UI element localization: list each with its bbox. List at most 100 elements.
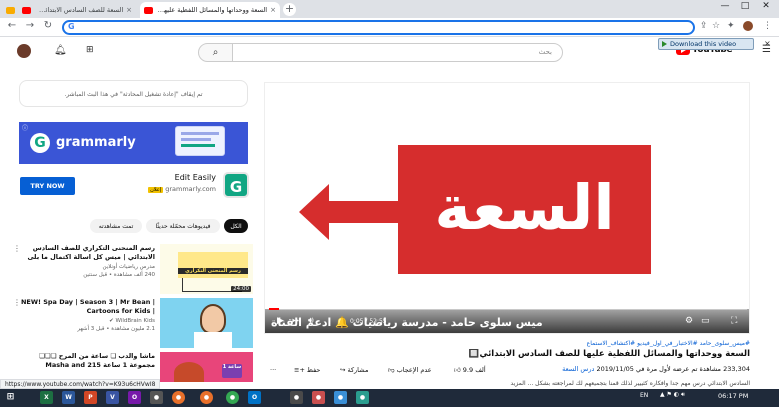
taskbar-app-excel[interactable]: X <box>40 391 53 404</box>
video-description[interactable]: السادس الابتدائي درس مهم جدا وافكاره كثي… <box>264 380 750 387</box>
volume-icon[interactable]: 🔊︎ <box>308 316 314 326</box>
cartoon-character <box>174 362 204 382</box>
dislike-button[interactable]: 👎︎ عدم الإعجاب <box>388 366 432 374</box>
recommendation-item[interactable]: رسم المنحنى التكراري 24:00 ⋮ رسم المنحنى… <box>13 244 253 294</box>
close-icon[interactable]: × <box>764 39 771 48</box>
taskbar-app-chrome[interactable]: ● <box>200 391 213 404</box>
view-count: 233,304 مشاهدة <box>699 365 750 373</box>
channel-name: WildBrain Kids <box>115 318 155 324</box>
time-total: 52:55 <box>369 318 387 325</box>
create-icon[interactable]: ⊞ <box>86 45 94 55</box>
video-thumbnail[interactable] <box>160 298 253 348</box>
like-button[interactable]: 👍︎ 9.9 ألف <box>454 366 486 374</box>
miniplayer-icon[interactable]: ▭ <box>701 316 710 326</box>
cartoon-character <box>200 304 226 334</box>
tab-title: السعة ووحداتها والمسائل اللفظية عليها لل… <box>156 6 268 14</box>
close-icon[interactable]: × <box>270 6 276 14</box>
taskbar-app-onenote[interactable]: O <box>128 391 141 404</box>
progress-fill <box>269 308 279 310</box>
forward-icon[interactable]: → <box>24 20 36 31</box>
ad-illustration <box>175 126 225 156</box>
video-thumbnail[interactable]: 1 ساعة <box>160 352 253 382</box>
chip-recently-uploaded[interactable]: فيديوهات محمّلة حديثًا <box>146 219 220 233</box>
arrow-shape <box>325 201 403 223</box>
thumbnail-caption: رسم المنحنى التكراري <box>178 268 248 274</box>
close-icon[interactable]: × <box>126 6 132 14</box>
video-title: السعة ووحداتها والمسائل اللفظية عليها لل… <box>468 349 750 359</box>
taskbar-app-generic[interactable]: ● <box>172 391 185 404</box>
address-bar[interactable]: G <box>62 20 695 35</box>
system-tray-icons[interactable]: ▲ ⚑ ◐ 🔊︎ <box>660 391 685 399</box>
reload-icon[interactable]: ↻ <box>42 20 54 31</box>
bookmark-star-icon[interactable]: ☆ <box>712 21 720 31</box>
share-button[interactable]: ↪ مشاركة <box>340 366 368 374</box>
chip-watched[interactable]: تمت مشاهدته <box>90 219 142 233</box>
time-current: 0:05 <box>350 318 364 325</box>
search-input[interactable]: بحث <box>232 43 563 62</box>
recommendation-channel[interactable]: ✔ WildBrain Kids <box>19 318 155 324</box>
taskbar-app-generic[interactable]: ● <box>356 391 369 404</box>
tab-capacity-video[interactable]: السعة ووحداتها والمسائل اللفظية عليها لل… <box>140 2 280 18</box>
bell-icon[interactable]: 🔔︎ <box>54 45 67 56</box>
recommendation-title[interactable]: رسم المنحنى التكراري للصف السادس الابتدا… <box>19 244 155 262</box>
menu-kebab-icon[interactable]: ⋮ <box>763 21 772 31</box>
download-play-icon <box>662 41 667 47</box>
progress-bar[interactable] <box>269 308 747 310</box>
recommendation-item[interactable]: 1 ساعة ماشا والدب ❏ ساعة من المرح ❏❏❏ مج… <box>19 352 253 382</box>
tab-strip: السعة للصف السادس الابتدائي - يحلّ موقف … <box>0 0 779 18</box>
new-tab-button[interactable]: + <box>283 3 296 16</box>
taskbar-app-generic[interactable]: ● <box>334 391 347 404</box>
play-icon[interactable]: ▶ <box>277 316 284 326</box>
minimize-button[interactable]: — <box>715 1 735 11</box>
chip-all[interactable]: الكل <box>224 219 248 233</box>
channel-tag[interactable]: درس السعة <box>562 365 594 373</box>
back-icon[interactable]: ← <box>6 20 18 31</box>
info-icon[interactable]: ⓘ <box>22 123 28 132</box>
time-readout: 0:05 / 52:55 <box>350 318 387 325</box>
taskbar-app-outlook[interactable]: O <box>248 391 261 404</box>
taskbar-app-generic[interactable]: ● <box>290 391 303 404</box>
fullscreen-icon[interactable]: ⛶ <box>731 316 737 326</box>
tab-capacity-related[interactable]: السعة للصف السادس الابتدائي - يحلّ موقف … <box>18 2 136 18</box>
share-page-icon[interactable]: ⇪ <box>700 21 708 31</box>
ad-badge: إعلان <box>148 187 164 193</box>
taskbar-app-visio[interactable]: V <box>106 391 119 404</box>
doc-favicon <box>6 6 15 14</box>
video-thumbnail[interactable]: رسم المنحنى التكراري 24:00 <box>160 244 253 294</box>
download-video-button[interactable]: Download this video <box>658 38 754 50</box>
taskbar-app-generic[interactable]: ● <box>150 391 163 404</box>
ad-domain[interactable]: grammarly.com <box>165 185 216 193</box>
more-actions-button[interactable]: ··· <box>270 366 276 374</box>
save-button[interactable]: ≡+ حفظ <box>294 366 320 374</box>
profile-avatar[interactable] <box>17 44 31 58</box>
youtube-favicon <box>144 6 153 14</box>
extensions-icon[interactable]: ✦ <box>727 21 735 31</box>
recommendation-title[interactable]: NEW! Spa Day | Season 3 | Mr Bean | Cart… <box>19 298 155 316</box>
clock[interactable]: 06:17 PM <box>718 392 748 400</box>
taskbar-app-chrome[interactable]: ● <box>226 391 239 404</box>
tab-inactive-doc[interactable] <box>2 2 16 18</box>
taskbar-app-generic[interactable]: ● <box>312 391 325 404</box>
video-hashtags[interactable]: #ميس_سلوى_حامد #الاختبار_في_اول_فيديو #ا… <box>264 340 750 347</box>
recommendation-channel[interactable]: مدرس رياضيات أونلاين <box>19 264 155 270</box>
recommendation-item[interactable]: ⋮ NEW! Spa Day | Season 3 | Mr Bean | Ca… <box>13 298 253 348</box>
search-button[interactable]: ⌕ <box>198 43 233 62</box>
taskbar-app-word[interactable]: W <box>62 391 75 404</box>
status-url: https://www.youtube.com/watch?v=K93u6cHV… <box>0 379 161 389</box>
save-icon: ≡+ <box>294 366 305 374</box>
taskbar-app-powerpoint[interactable]: P <box>84 391 97 404</box>
next-icon[interactable]: ⏭ <box>292 316 300 326</box>
close-window-button[interactable]: ✕ <box>756 1 776 11</box>
views-and-date: 233,304 مشاهدة تم عرضه لأول مرة في 2019/… <box>562 365 750 373</box>
video-player[interactable]: السعة ميس سلوى حامد - مدرسة رياضيات 🔔 اد… <box>264 82 750 334</box>
grammarly-app-icon[interactable]: G <box>223 172 249 198</box>
try-now-button[interactable]: TRY NOW <box>20 177 75 195</box>
maximize-button[interactable]: □ <box>735 1 755 11</box>
language-indicator[interactable]: EN <box>640 392 648 399</box>
profile-avatar[interactable] <box>743 21 753 31</box>
recommendation-stats: 2.1 مليون مشاهدة • قبل 3 أشهر <box>77 326 155 332</box>
video-meta-row: 233,304 مشاهدة تم عرضه لأول مرة في 2019/… <box>264 365 750 379</box>
recommendation-title[interactable]: ماشا والدب ❏ ساعة من المرح ❏❏❏ مجموعة 1 … <box>19 352 155 370</box>
start-button[interactable]: ⊞ <box>4 391 17 404</box>
settings-icon[interactable]: ⚙ <box>685 316 693 326</box>
